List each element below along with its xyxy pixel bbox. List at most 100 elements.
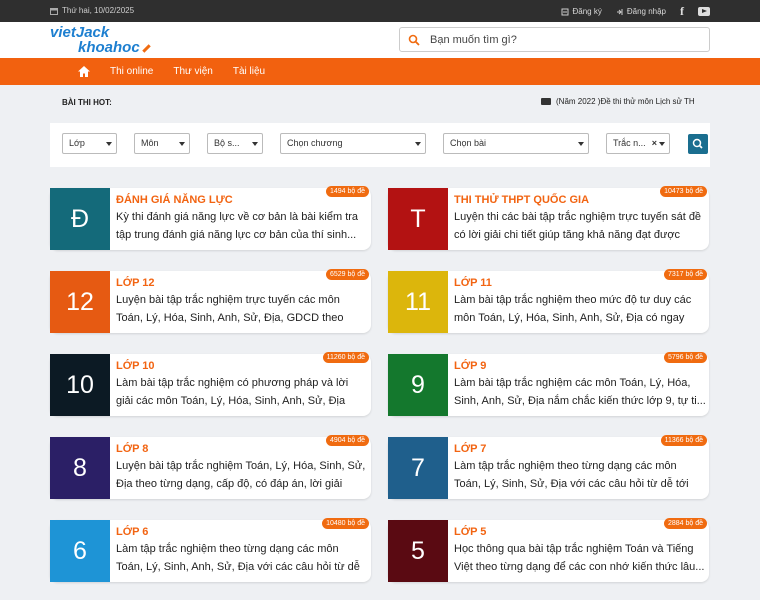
category-card[interactable]: 11 LỚP 11 Làm bài tập trắc nghiệm theo mức… [388,269,709,333]
subject-select-value: Môn [141,138,159,148]
exam-count-badge: 7317 bộ đề [663,269,707,280]
header: vietJack khoahoc [0,22,760,58]
exam-count-badge: 10480 bộ đề [322,518,369,529]
category-title[interactable]: LỚP 6 [116,526,148,538]
category-description: Kỳ thi đánh giá năng lực về cơ bản là bà… [116,211,359,241]
login-link[interactable]: Đăng nhập [616,7,666,16]
category-description: Luyện bài tập trắc nghiệm trực tuyến các… [116,294,344,324]
category-tile[interactable]: 7 [388,437,448,499]
exam-count-badge: 6529 bộ đề [325,269,369,280]
category-description: Làm bài tập trắc nghiệm theo mức độ tư d… [454,294,692,324]
category-card[interactable]: 8 LỚP 8 Luyện bài tập trắc nghiệm Toán, Lý… [50,435,371,499]
category-description: Luyện thi các bài tập trắc nghiệm trực t… [454,211,702,241]
filter-search-button[interactable] [688,134,708,154]
logo-text-top: vietJack [50,24,110,41]
category-title[interactable]: LỚP 8 [116,443,148,455]
subject-select[interactable]: Môn [134,133,190,154]
category-description: Học thông qua bài tập trắc nghiệm Toán v… [454,543,705,573]
category-card[interactable]: 9 LỚP 9 Làm bài tập trắc nghiệm các môn To… [388,352,709,416]
logo[interactable]: vietJack khoahoc [50,25,151,55]
category-card[interactable]: T THI THỬ THPT QUỐC GIA Luyện thi các bài … [388,186,709,250]
register-icon [561,8,569,15]
category-title[interactable]: LỚP 5 [454,526,486,538]
exam-count-badge: 5796 bộ đề [663,352,707,363]
exam-count-badge: 10473 bộ đề [660,186,707,197]
category-title[interactable]: LỚP 12 [116,277,155,289]
category-card[interactable]: 12 LỚP 12 Luyện bài tập trắc nghiệm trực t… [50,269,371,333]
grade-select-value: Lớp [69,138,85,148]
category-description: Luyện bài tập trắc nghiệm Toán, Lý, Hóa,… [116,460,366,490]
book-select-value: Bộ s... [214,138,240,148]
category-title[interactable]: LỚP 9 [454,360,486,372]
category-description: Làm bài tập trắc nghiệm có phương pháp v… [116,377,349,407]
exam-count-badge: 1494 bộ đề [325,186,369,197]
category-tile[interactable]: 12 [50,271,110,333]
category-tile[interactable]: 9 [388,354,448,416]
category-card[interactable]: 10 LỚP 10 Làm bài tập trắc nghiệm có phươn… [50,352,371,416]
category-title[interactable]: THI THỬ THPT QUỐC GIA [454,194,589,206]
clear-icon[interactable]: × [652,138,657,148]
category-title[interactable]: ĐÁNH GIÁ NĂNG LỰC [116,194,233,206]
chevron-down-icon [415,142,421,146]
category-description: Làm tập trắc nghiệm theo từng dạng các m… [116,543,360,573]
category-card[interactable]: 7 LỚP 7 Làm tập trắc nghiệm theo từng dạng… [388,435,709,499]
type-select[interactable]: Trắc n... × [606,133,670,154]
search-icon [692,138,703,149]
main-nav: Thi online Thư viện Tài liệu [0,58,760,85]
category-tile[interactable]: 10 [50,354,110,416]
exam-count-badge: 11260 bộ đề [322,352,369,363]
lesson-select-value: Chọn bài [450,138,487,148]
search-icon[interactable] [408,34,420,46]
category-card[interactable]: 5 LỚP 5 Học thông qua bài tập trắc nghiệm … [388,518,709,582]
hot-exam-news[interactable]: (Năm 2022 )Đề thi thử môn Lịch sử TH [556,97,695,106]
category-card[interactable]: Đ ĐÁNH GIÁ NĂNG LỰC Kỳ thi đánh giá năng l… [50,186,371,250]
chevron-down-icon [252,142,258,146]
category-card[interactable]: 6 LỚP 6 Làm tập trắc nghiệm theo từng dạng… [50,518,371,582]
category-tile[interactable]: 8 [50,437,110,499]
chapter-select-value: Chọn chương [287,138,343,148]
category-tile[interactable]: 6 [50,520,110,582]
exam-count-badge: 2884 bộ đề [663,518,707,529]
login-label: Đăng nhập [626,7,666,16]
home-icon[interactable] [78,66,90,77]
nav-item-tai-lieu[interactable]: Tài liệu [233,66,265,77]
youtube-icon[interactable] [698,7,710,16]
category-tile[interactable]: T [388,188,448,250]
date-text: Thứ hai, 10/02/2025 [62,6,135,15]
category-description: Làm bài tập trắc nghiệm các môn Toán, Lý… [454,377,706,407]
register-link[interactable]: Đăng ký [561,7,602,16]
keyboard-icon [541,98,551,105]
search-box[interactable] [399,27,710,52]
type-select-value: Trắc n... [613,138,646,148]
hot-exam-label: BÀI THI HOT: [62,98,112,107]
pencil-icon [141,43,151,53]
chapter-select[interactable]: Chọn chương [280,133,426,154]
register-label: Đăng ký [572,7,602,16]
facebook-icon[interactable]: f [680,4,684,19]
search-input[interactable] [430,33,670,46]
filter-bar: Lớp Môn Bộ s... Chọn chương Chọn bài Trắ… [50,123,710,167]
chevron-down-icon [179,142,185,146]
book-select[interactable]: Bộ s... [207,133,263,154]
hot-exam-ticker[interactable]: (Năm 2022 )Đề thi thử môn Lịch sử TH [541,97,701,106]
nav-item-thu-vien[interactable]: Thư viện [173,66,213,77]
category-tile[interactable]: 11 [388,271,448,333]
chevron-down-icon [659,142,665,146]
category-tile[interactable]: Đ [50,188,110,250]
top-bar: Thứ hai, 10/02/2025 Đăng ký Đăng nhập f [0,0,760,22]
login-icon [616,8,623,15]
lesson-select[interactable]: Chọn bài [443,133,589,154]
chevron-down-icon [106,142,112,146]
category-tile[interactable]: 5 [388,520,448,582]
exam-count-badge: 4904 bộ đề [325,435,369,446]
exam-count-badge: 11366 bộ đề [660,435,707,446]
grade-select[interactable]: Lớp [62,133,117,154]
calendar-icon [50,7,58,15]
logo-text-bottom: khoahoc [78,39,140,56]
chevron-down-icon [578,142,584,146]
category-description: Làm tập trắc nghiệm theo từng dạng các m… [454,460,689,490]
nav-item-thi-online[interactable]: Thi online [110,66,153,77]
category-title[interactable]: LỚP 11 [454,277,492,289]
category-title[interactable]: LỚP 10 [116,360,155,372]
category-title[interactable]: LỚP 7 [454,443,486,455]
